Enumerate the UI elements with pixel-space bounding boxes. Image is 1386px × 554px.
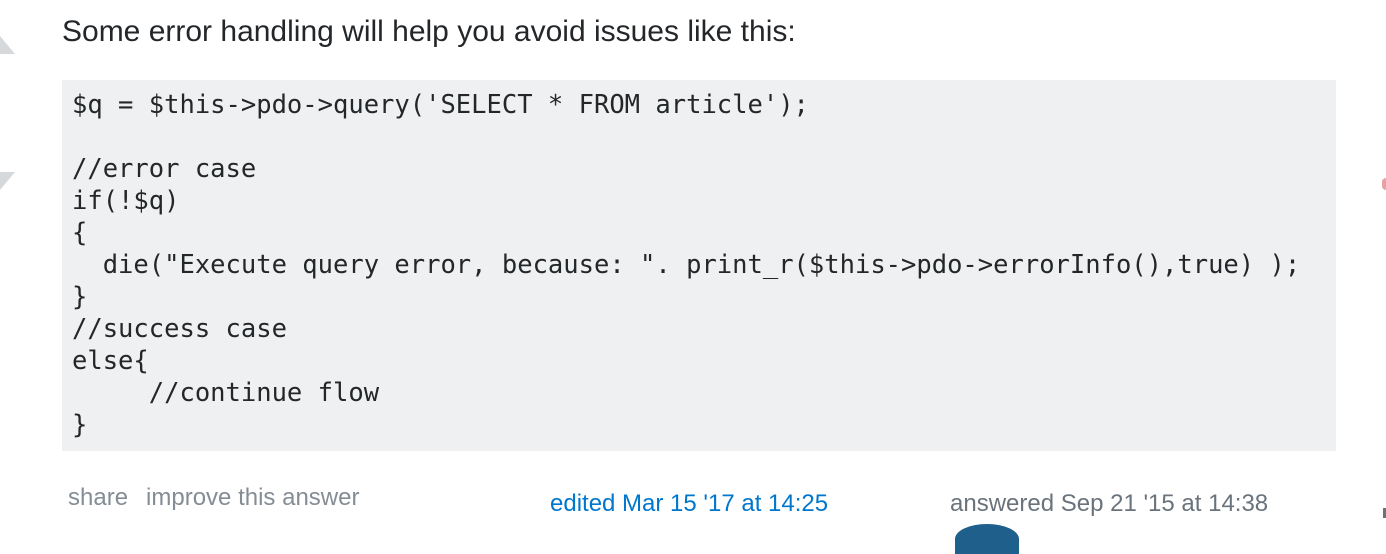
scroll-marker <box>1382 178 1386 190</box>
edited-timestamp-link[interactable]: edited Mar 15 '17 at 14:25 <box>550 489 828 519</box>
answer-intro-text: Some error handling will help you avoid … <box>62 15 796 48</box>
avatar[interactable] <box>955 524 1019 554</box>
vote-down-icon[interactable] <box>0 172 15 190</box>
improve-answer-link[interactable]: improve this answer <box>146 484 359 511</box>
code-line: //error case <box>72 154 257 184</box>
code-line: } <box>72 410 88 440</box>
code-line: { <box>72 218 88 248</box>
share-link[interactable]: share <box>68 484 128 511</box>
code-line: //continue flow <box>72 378 380 408</box>
code-line: if(!$q) <box>72 186 180 216</box>
answered-timestamp: answered Sep 21 '15 at 14:38 <box>950 490 1269 517</box>
code-line: $q = $this->pdo->query('SELECT * FROM ar… <box>72 90 809 120</box>
code-line: else{ <box>72 346 149 376</box>
code-line: } <box>72 282 88 312</box>
code-line: die("Execute query error, because: ". pr… <box>72 250 1301 280</box>
code-line: //success case <box>72 314 287 344</box>
code-block: $q = $this->pdo->query('SELECT * FROM ar… <box>62 80 1336 451</box>
post-menu: share improve this answer <box>68 483 359 513</box>
vote-up-icon[interactable] <box>0 36 15 54</box>
